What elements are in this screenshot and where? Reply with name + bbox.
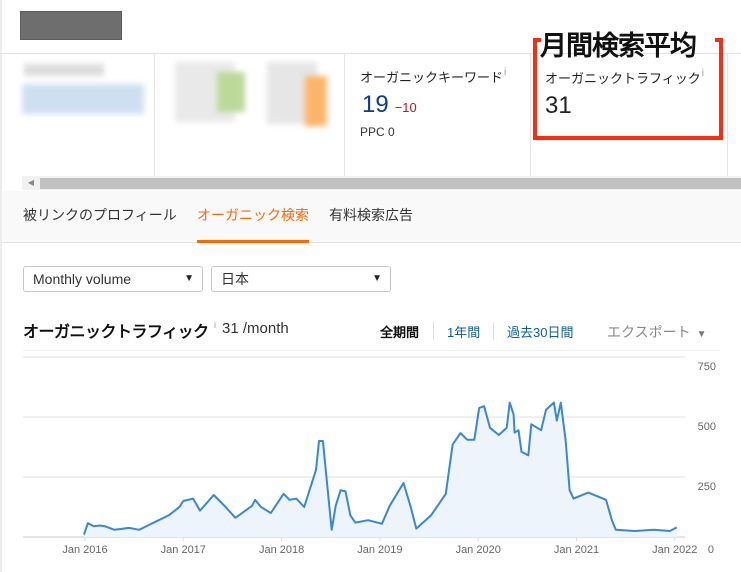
redacted-bar-orange: [305, 76, 327, 126]
y-tick-label: 250: [698, 481, 716, 493]
chevron-down-icon: ▼: [372, 273, 382, 284]
scrollbar-thumb[interactable]: [40, 178, 741, 189]
x-tick-label: Jan 2020: [456, 544, 501, 556]
chart-title-value: 31 /month: [222, 320, 289, 337]
redacted-label: [24, 64, 104, 76]
metric-label: オーガニックキーワードi: [360, 67, 507, 85]
period-1-year[interactable]: 1年間: [447, 322, 480, 341]
export-button[interactable]: エクスポート ▼: [607, 322, 707, 342]
metric-delta: −10: [394, 100, 417, 115]
redacted-value: [22, 84, 144, 114]
period-all-time[interactable]: 全期間: [380, 322, 419, 341]
period-30-days[interactable]: 過去30日間: [507, 322, 573, 341]
x-tick-label: Jan 2019: [357, 544, 402, 556]
y-tick-label: 750: [698, 361, 716, 373]
tabs-bar: 被リンクのプロフィール オーガニック検索 有料検索広告: [2, 191, 741, 243]
divider: [433, 322, 434, 340]
x-tick-label: Jan 2018: [259, 544, 304, 556]
x-tick-label: Jan 2017: [161, 544, 206, 556]
scroll-left-arrow-icon[interactable]: ◀: [22, 176, 40, 190]
y-tick-label: 0: [708, 544, 714, 556]
metric-cell-redacted-1: [0, 54, 155, 177]
chart-title: オーガニックトラフィック: [23, 322, 209, 341]
traffic-chart: Jan 2016 Jan 2017 Jan 2018 Jan 2019 Jan 2020…: [23, 350, 720, 556]
info-icon[interactable]: i: [504, 67, 506, 78]
horizontal-scrollbar[interactable]: ◀: [22, 176, 741, 190]
site-name-redacted: [20, 11, 122, 40]
tab-backlink-profile[interactable]: 被リンクのプロフィール: [23, 205, 177, 243]
divider: [493, 322, 494, 340]
chevron-down-icon: ▼: [184, 273, 194, 284]
x-tick-label: Jan 2021: [554, 544, 599, 556]
series-area-fill: [84, 402, 677, 537]
country-select[interactable]: 日本 ▼: [211, 266, 391, 292]
volume-select[interactable]: Monthly volume ▼: [23, 266, 203, 292]
active-tab-underline: [197, 240, 309, 243]
metric-organic-keywords: オーガニックキーワードi 19 −10 PPC 0: [345, 54, 531, 177]
tab-organic-search[interactable]: オーガニック検索: [197, 205, 309, 243]
redacted-bar-green: [217, 72, 245, 112]
annotation-title: 月間検索平均: [540, 31, 697, 62]
metric-value[interactable]: 19 −10: [362, 91, 417, 119]
x-tick-label: Jan 2022: [652, 544, 697, 556]
y-tick-label: 500: [698, 421, 716, 433]
chevron-down-icon: ▼: [696, 329, 707, 340]
info-icon[interactable]: i: [214, 320, 216, 330]
x-tick-label: Jan 2016: [62, 544, 107, 556]
ppc-count: PPC 0: [360, 125, 395, 139]
tab-paid-search[interactable]: 有料検索広告: [329, 205, 413, 243]
metric-cell-redacted-2: [155, 54, 345, 177]
